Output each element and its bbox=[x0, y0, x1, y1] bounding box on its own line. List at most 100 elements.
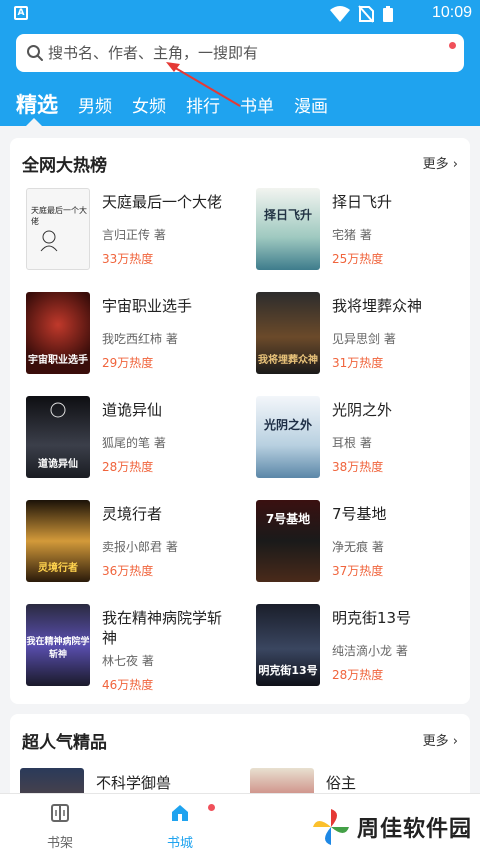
book-author: 狐尾的笔 著 bbox=[102, 436, 166, 450]
book-author: 宅猪 著 bbox=[332, 228, 372, 242]
book-title[interactable]: 俗主 bbox=[326, 772, 356, 793]
book-item[interactable]: 道诡异仙 道诡异仙 狐尾的笔 著 28万热度 bbox=[26, 396, 241, 488]
book-title: 灵境行者 bbox=[102, 505, 163, 523]
section-title: 全网大热榜 bbox=[22, 156, 107, 176]
book-item[interactable]: 我在精神病院学斩神 我在精神病院学斩神 林七夜 著 46万热度 bbox=[26, 604, 241, 696]
search-bar[interactable] bbox=[16, 34, 464, 72]
cover-title: 明克街13号 bbox=[258, 664, 318, 677]
book-title: 道诡异仙 bbox=[102, 401, 163, 419]
book-author: 耳根 著 bbox=[332, 436, 372, 450]
book-heat: 36万热度 bbox=[102, 564, 154, 578]
book-item[interactable]: 天庭最后一个大佬 天庭最后一个大佬 言归正传 著 33万热度 bbox=[26, 188, 241, 280]
category-tabs: 精选 男频 女频 排行 书单 漫画 bbox=[16, 88, 328, 118]
book-heat: 25万热度 bbox=[332, 252, 384, 266]
cover-title: 我在精神病院学斩神 bbox=[26, 637, 90, 660]
header: A 10:09 精选 男频 女频 排行 书单 漫画 bbox=[0, 0, 480, 126]
book-item[interactable]: 灵境行者 灵境行者 卖报小郎君 著 36万热度 bbox=[26, 500, 241, 592]
nav-label: 书城 bbox=[166, 836, 193, 851]
section-title: 超人气精品 bbox=[22, 733, 107, 753]
status-time: 10:09 bbox=[431, 4, 472, 21]
book-heat: 38万热度 bbox=[332, 460, 384, 474]
book-author: 净无痕 著 bbox=[332, 540, 384, 554]
book-title: 宇宙职业选手 bbox=[102, 297, 193, 315]
active-tab-indicator bbox=[26, 118, 42, 126]
nav-bookshelf[interactable]: 书架 bbox=[30, 802, 90, 851]
cover-title: 7号基地 bbox=[265, 512, 311, 526]
nav-label: 书架 bbox=[46, 836, 73, 851]
nav-badge-dot bbox=[208, 804, 215, 811]
book-item[interactable]: 我将埋葬众神 我将埋葬众神 见异思剑 著 31万热度 bbox=[256, 292, 471, 384]
book-author: 我吃西红柿 著 bbox=[102, 332, 178, 346]
chevron-right-icon: › bbox=[448, 734, 458, 749]
book-cover: 7号基地 bbox=[256, 500, 320, 582]
book-item[interactable]: 宇宙职业选手 宇宙职业选手 我吃西红柿 著 29万热度 bbox=[26, 292, 241, 384]
cover-title: 灵境行者 bbox=[38, 563, 78, 574]
tab-paihang[interactable]: 排行 bbox=[186, 96, 220, 118]
book-author: 见异思剑 著 bbox=[332, 332, 396, 346]
nav-bookstore[interactable]: 书城 bbox=[150, 802, 210, 851]
book-cover: 宇宙职业选手 bbox=[26, 292, 90, 374]
book-item[interactable]: 光阴之外 光阴之外 耳根 著 38万热度 bbox=[256, 396, 471, 488]
book-cover: 灵境行者 bbox=[26, 500, 90, 582]
book-author: 卖报小郎君 著 bbox=[102, 540, 178, 554]
book-item[interactable]: 择日飞升 择日飞升 宅猪 著 25万热度 bbox=[256, 188, 471, 280]
book-title: 天庭最后一个大佬 bbox=[102, 193, 223, 211]
book-title[interactable]: 不科学御兽 bbox=[96, 772, 171, 793]
tab-shudan[interactable]: 书单 bbox=[240, 96, 274, 118]
tab-manhua[interactable]: 漫画 bbox=[294, 96, 328, 118]
book-heat: 46万热度 bbox=[102, 678, 154, 692]
cover-title: 择日飞升 bbox=[263, 208, 312, 222]
book-heat: 29万热度 bbox=[102, 356, 154, 370]
cover-title: 我将埋葬众神 bbox=[258, 355, 318, 366]
more-link[interactable]: 更多 › bbox=[423, 153, 458, 172]
book-title: 明克街13号 bbox=[332, 609, 412, 627]
more-label: 更多 bbox=[422, 157, 449, 172]
more-label: 更多 bbox=[422, 734, 449, 749]
book-cover: 天庭最后一个大佬 bbox=[26, 188, 90, 270]
app-notification-icon: A bbox=[14, 6, 28, 20]
book-author: 纯洁滴小龙 著 bbox=[332, 644, 408, 658]
store-home-icon bbox=[172, 805, 188, 821]
book-heat: 28万热度 bbox=[332, 668, 384, 682]
book-title: 择日飞升 bbox=[332, 193, 393, 211]
cover-title: 宇宙职业选手 bbox=[28, 355, 88, 366]
watermark-text: 周佳软件园 bbox=[356, 817, 472, 842]
search-icon bbox=[27, 45, 43, 61]
book-author: 言归正传 著 bbox=[102, 228, 166, 242]
bookshelf-icon bbox=[51, 804, 69, 822]
book-cover: 我将埋葬众神 bbox=[256, 292, 320, 374]
book-cover: 道诡异仙 bbox=[26, 396, 90, 478]
book-title: 我将埋葬众神 bbox=[332, 297, 423, 315]
book-item[interactable]: 7号基地 7号基地 净无痕 著 37万热度 bbox=[256, 500, 471, 592]
book-cover: 择日飞升 bbox=[256, 188, 320, 270]
hot-list-card: 全网大热榜 更多 › 天庭最后一个大佬 天庭最后一个大佬 言归正传 著 33万热… bbox=[10, 138, 470, 704]
book-heat: 33万热度 bbox=[102, 252, 154, 266]
tab-nanpin[interactable]: 男频 bbox=[78, 96, 112, 118]
book-title: 光阴之外 bbox=[332, 401, 393, 419]
status-icons bbox=[330, 5, 394, 23]
cover-title: 光阴之外 bbox=[263, 418, 312, 432]
pinwheel-logo-icon bbox=[312, 809, 349, 845]
book-heat: 31万热度 bbox=[332, 356, 384, 370]
search-badge-dot bbox=[449, 42, 456, 49]
book-title: 7号基地 bbox=[332, 505, 387, 523]
battery-icon bbox=[383, 6, 393, 22]
book-heat: 37万热度 bbox=[332, 564, 384, 578]
tab-jingxuan[interactable]: 精选 bbox=[16, 92, 58, 118]
book-cover: 光阴之外 bbox=[256, 396, 320, 478]
tab-nvpin[interactable]: 女频 bbox=[132, 96, 166, 118]
book-heat: 28万热度 bbox=[102, 460, 154, 474]
no-sim-icon bbox=[358, 5, 374, 23]
more-link[interactable]: 更多 › bbox=[423, 730, 458, 749]
book-author: 林七夜 著 bbox=[102, 654, 154, 668]
book-item[interactable]: 明克街13号 明克街13号 纯洁滴小龙 著 28万热度 bbox=[256, 604, 471, 696]
book-title: 我在精神病院学斩神 bbox=[102, 609, 223, 647]
book-cover: 我在精神病院学斩神 bbox=[26, 604, 90, 686]
wifi-icon bbox=[330, 6, 350, 22]
book-cover: 明克街13号 bbox=[256, 604, 320, 686]
chevron-right-icon: › bbox=[448, 157, 458, 172]
search-input[interactable] bbox=[48, 44, 464, 62]
status-bar: A 10:09 bbox=[0, 0, 480, 28]
watermark: 周佳软件园 bbox=[311, 807, 472, 847]
cover-title: 道诡异仙 bbox=[38, 459, 78, 470]
